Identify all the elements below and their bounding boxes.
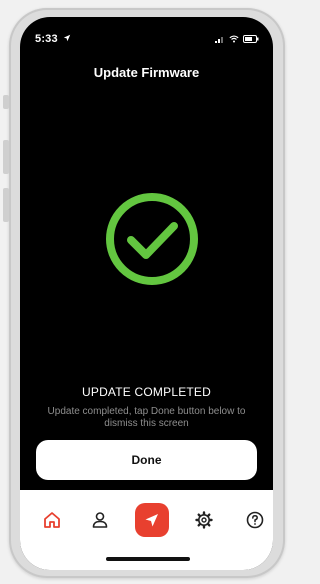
bottom-tab-bar bbox=[20, 490, 273, 570]
gear-icon bbox=[195, 511, 213, 529]
phone-side-button bbox=[3, 95, 9, 109]
tab-help[interactable] bbox=[238, 503, 272, 537]
status-bar: 5:33 bbox=[20, 17, 273, 57]
navigation-arrow-icon bbox=[145, 514, 158, 527]
tab-profile[interactable] bbox=[83, 503, 117, 537]
status-time-group: 5:33 bbox=[35, 33, 71, 45]
page-title: Update Firmware bbox=[93, 65, 200, 80]
battery-icon bbox=[243, 35, 259, 43]
status-time: 5:33 bbox=[35, 33, 58, 45]
user-icon bbox=[92, 512, 108, 528]
phone-volume-up-button bbox=[3, 140, 9, 174]
location-arrow-icon bbox=[63, 34, 71, 42]
wifi-icon bbox=[229, 35, 239, 43]
tab-settings[interactable] bbox=[187, 503, 221, 537]
status-heading: UPDATE COMPLETED bbox=[82, 385, 211, 399]
status-description: Update completed, tap Done button below … bbox=[47, 406, 246, 429]
tab-home[interactable] bbox=[35, 503, 69, 537]
status-icons bbox=[215, 35, 259, 43]
tab-navigation[interactable] bbox=[135, 503, 169, 537]
check-circle-icon bbox=[106, 193, 198, 285]
phone-screen: 5:33 Update Firmware UPDATE COMPLETED Up… bbox=[20, 17, 273, 570]
home-icon bbox=[44, 512, 60, 528]
done-button[interactable]: Done bbox=[36, 440, 257, 480]
signal-icon bbox=[215, 37, 223, 43]
home-indicator[interactable] bbox=[106, 557, 190, 561]
phone-volume-down-button bbox=[3, 188, 9, 222]
done-button-label: Done bbox=[131, 453, 162, 467]
help-icon bbox=[246, 511, 264, 529]
